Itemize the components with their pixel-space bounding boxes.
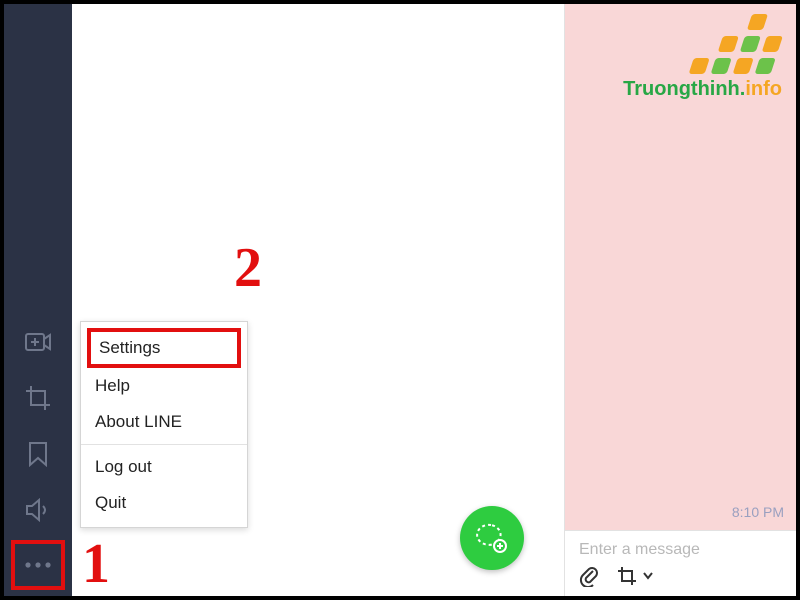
watermark-logo: Truongthinh.info (623, 14, 782, 101)
annotation-step-1: 1 (82, 536, 110, 592)
menu-divider (81, 444, 247, 445)
crop-tool-icon[interactable] (617, 566, 637, 586)
menu-item-about[interactable]: About LINE (81, 404, 247, 440)
attach-icon[interactable] (579, 565, 599, 587)
watermark-logo-icon (613, 14, 792, 76)
app-window: 8:10 PM Enter a message (0, 0, 800, 600)
menu-item-help[interactable]: Help (81, 368, 247, 404)
chat-plus-icon (475, 521, 509, 555)
more-menu: Settings Help About LINE Log out Quit (80, 321, 248, 528)
add-video-icon[interactable] (4, 314, 72, 370)
message-input[interactable]: Enter a message (579, 537, 782, 565)
watermark-text: Truongthinh.info (623, 78, 782, 101)
bookmark-icon[interactable] (4, 426, 72, 482)
dropdown-caret-icon[interactable] (643, 572, 653, 580)
speaker-icon[interactable] (4, 482, 72, 538)
sidebar (4, 4, 72, 596)
annotation-step-2: 2 (234, 240, 262, 296)
menu-item-settings[interactable]: Settings (87, 328, 241, 368)
more-button[interactable] (11, 540, 65, 590)
menu-item-quit[interactable]: Quit (81, 485, 247, 521)
chat-tools (579, 565, 782, 587)
chat-input-row: Enter a message (565, 530, 796, 596)
last-message-time: 8:10 PM (732, 504, 784, 520)
crop-icon[interactable] (4, 370, 72, 426)
menu-item-logout[interactable]: Log out (81, 449, 247, 485)
new-chat-button[interactable] (460, 506, 524, 570)
